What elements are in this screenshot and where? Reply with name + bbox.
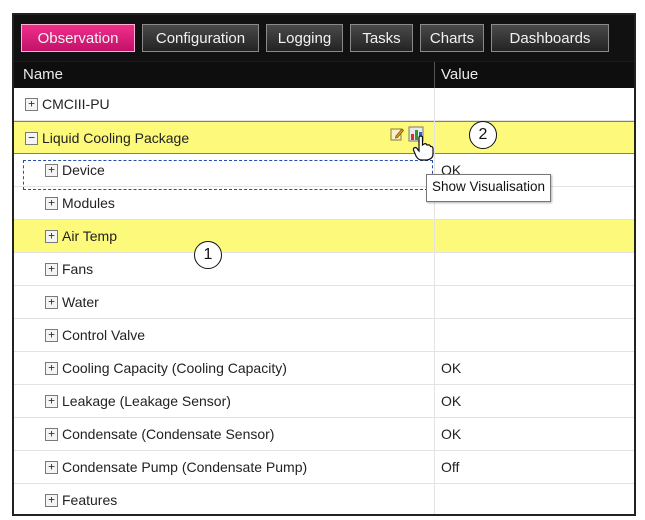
expand-icon[interactable]: + xyxy=(45,197,58,210)
row-label: Fans xyxy=(62,261,94,277)
tree-row-liquid-cooling-package[interactable]: − Liquid Cooling Package xyxy=(14,121,634,154)
row-label: Air Temp xyxy=(62,228,117,244)
expand-icon[interactable]: + xyxy=(45,329,58,342)
tab-dashboards[interactable]: Dashboards xyxy=(491,24,609,52)
expand-icon[interactable]: + xyxy=(45,428,58,441)
expand-icon[interactable]: + xyxy=(45,461,58,474)
row-label: Liquid Cooling Package xyxy=(42,130,190,146)
row-label: Condensate Pump (Condensate Pump) xyxy=(62,459,308,475)
callout-1: 1 xyxy=(194,241,222,269)
expand-icon[interactable]: + xyxy=(25,98,38,111)
row-value: Off xyxy=(441,459,460,475)
tree-row-control-valve[interactable]: + Control Valve xyxy=(14,319,634,352)
tree-row-cooling-capacity[interactable]: + Cooling Capacity (Cooling Capacity) OK xyxy=(14,352,634,385)
column-divider xyxy=(434,62,435,88)
column-divider xyxy=(434,88,435,514)
row-label: Modules xyxy=(62,195,115,211)
tree-row-water[interactable]: + Water xyxy=(14,286,634,319)
row-label: Water xyxy=(62,294,99,310)
tree-row-cmciii-pu[interactable]: + CMCIII-PU xyxy=(14,88,634,121)
column-header-value[interactable]: Value xyxy=(441,66,478,83)
row-label: Cooling Capacity (Cooling Capacity) xyxy=(62,360,287,376)
main-window: Observation Configuration Logging Tasks … xyxy=(12,13,636,516)
tree-row-condensate[interactable]: + Condensate (Condensate Sensor) OK xyxy=(14,418,634,451)
tab-configuration[interactable]: Configuration xyxy=(142,24,259,52)
expand-icon[interactable]: + xyxy=(45,395,58,408)
expand-icon[interactable]: + xyxy=(45,494,58,507)
expand-icon[interactable]: + xyxy=(45,362,58,375)
tab-observation[interactable]: Observation xyxy=(21,24,135,52)
row-value: OK xyxy=(441,360,462,376)
callout-2: 2 xyxy=(469,121,497,149)
tab-bar: Observation Configuration Logging Tasks … xyxy=(14,15,634,61)
expand-icon[interactable]: + xyxy=(45,230,58,243)
row-label: CMCIII-PU xyxy=(42,96,110,112)
edit-icon[interactable] xyxy=(390,127,404,141)
tooltip: Show Visualisation xyxy=(426,174,552,202)
expand-icon[interactable]: + xyxy=(45,263,58,276)
row-label: Condensate (Condensate Sensor) xyxy=(62,426,275,442)
tab-tasks[interactable]: Tasks xyxy=(350,24,413,52)
tree-row-features[interactable]: + Features xyxy=(14,484,634,514)
row-label: Features xyxy=(62,492,118,508)
tab-logging[interactable]: Logging xyxy=(266,24,343,52)
row-value: OK xyxy=(441,426,462,442)
column-header-name[interactable]: Name xyxy=(23,66,63,83)
collapse-icon[interactable]: − xyxy=(25,132,38,145)
tree-row-condensate-pump[interactable]: + Condensate Pump (Condensate Pump) Off xyxy=(14,451,634,484)
tree-table: + CMCIII-PU − Liquid Cooling Package + D… xyxy=(14,88,634,514)
table-header: Name Value xyxy=(14,62,634,88)
tree-row-leakage[interactable]: + Leakage (Leakage Sensor) OK xyxy=(14,385,634,418)
row-label: Control Valve xyxy=(62,327,146,343)
row-value: OK xyxy=(441,393,462,409)
selection-outline xyxy=(23,160,433,190)
hand-cursor-icon xyxy=(412,135,434,161)
tree-row-fans[interactable]: + Fans xyxy=(14,253,634,286)
row-label: Leakage (Leakage Sensor) xyxy=(62,393,231,409)
expand-icon[interactable]: + xyxy=(45,296,58,309)
tab-charts[interactable]: Charts xyxy=(420,24,484,52)
tree-row-air-temp[interactable]: + Air Temp xyxy=(14,220,634,253)
